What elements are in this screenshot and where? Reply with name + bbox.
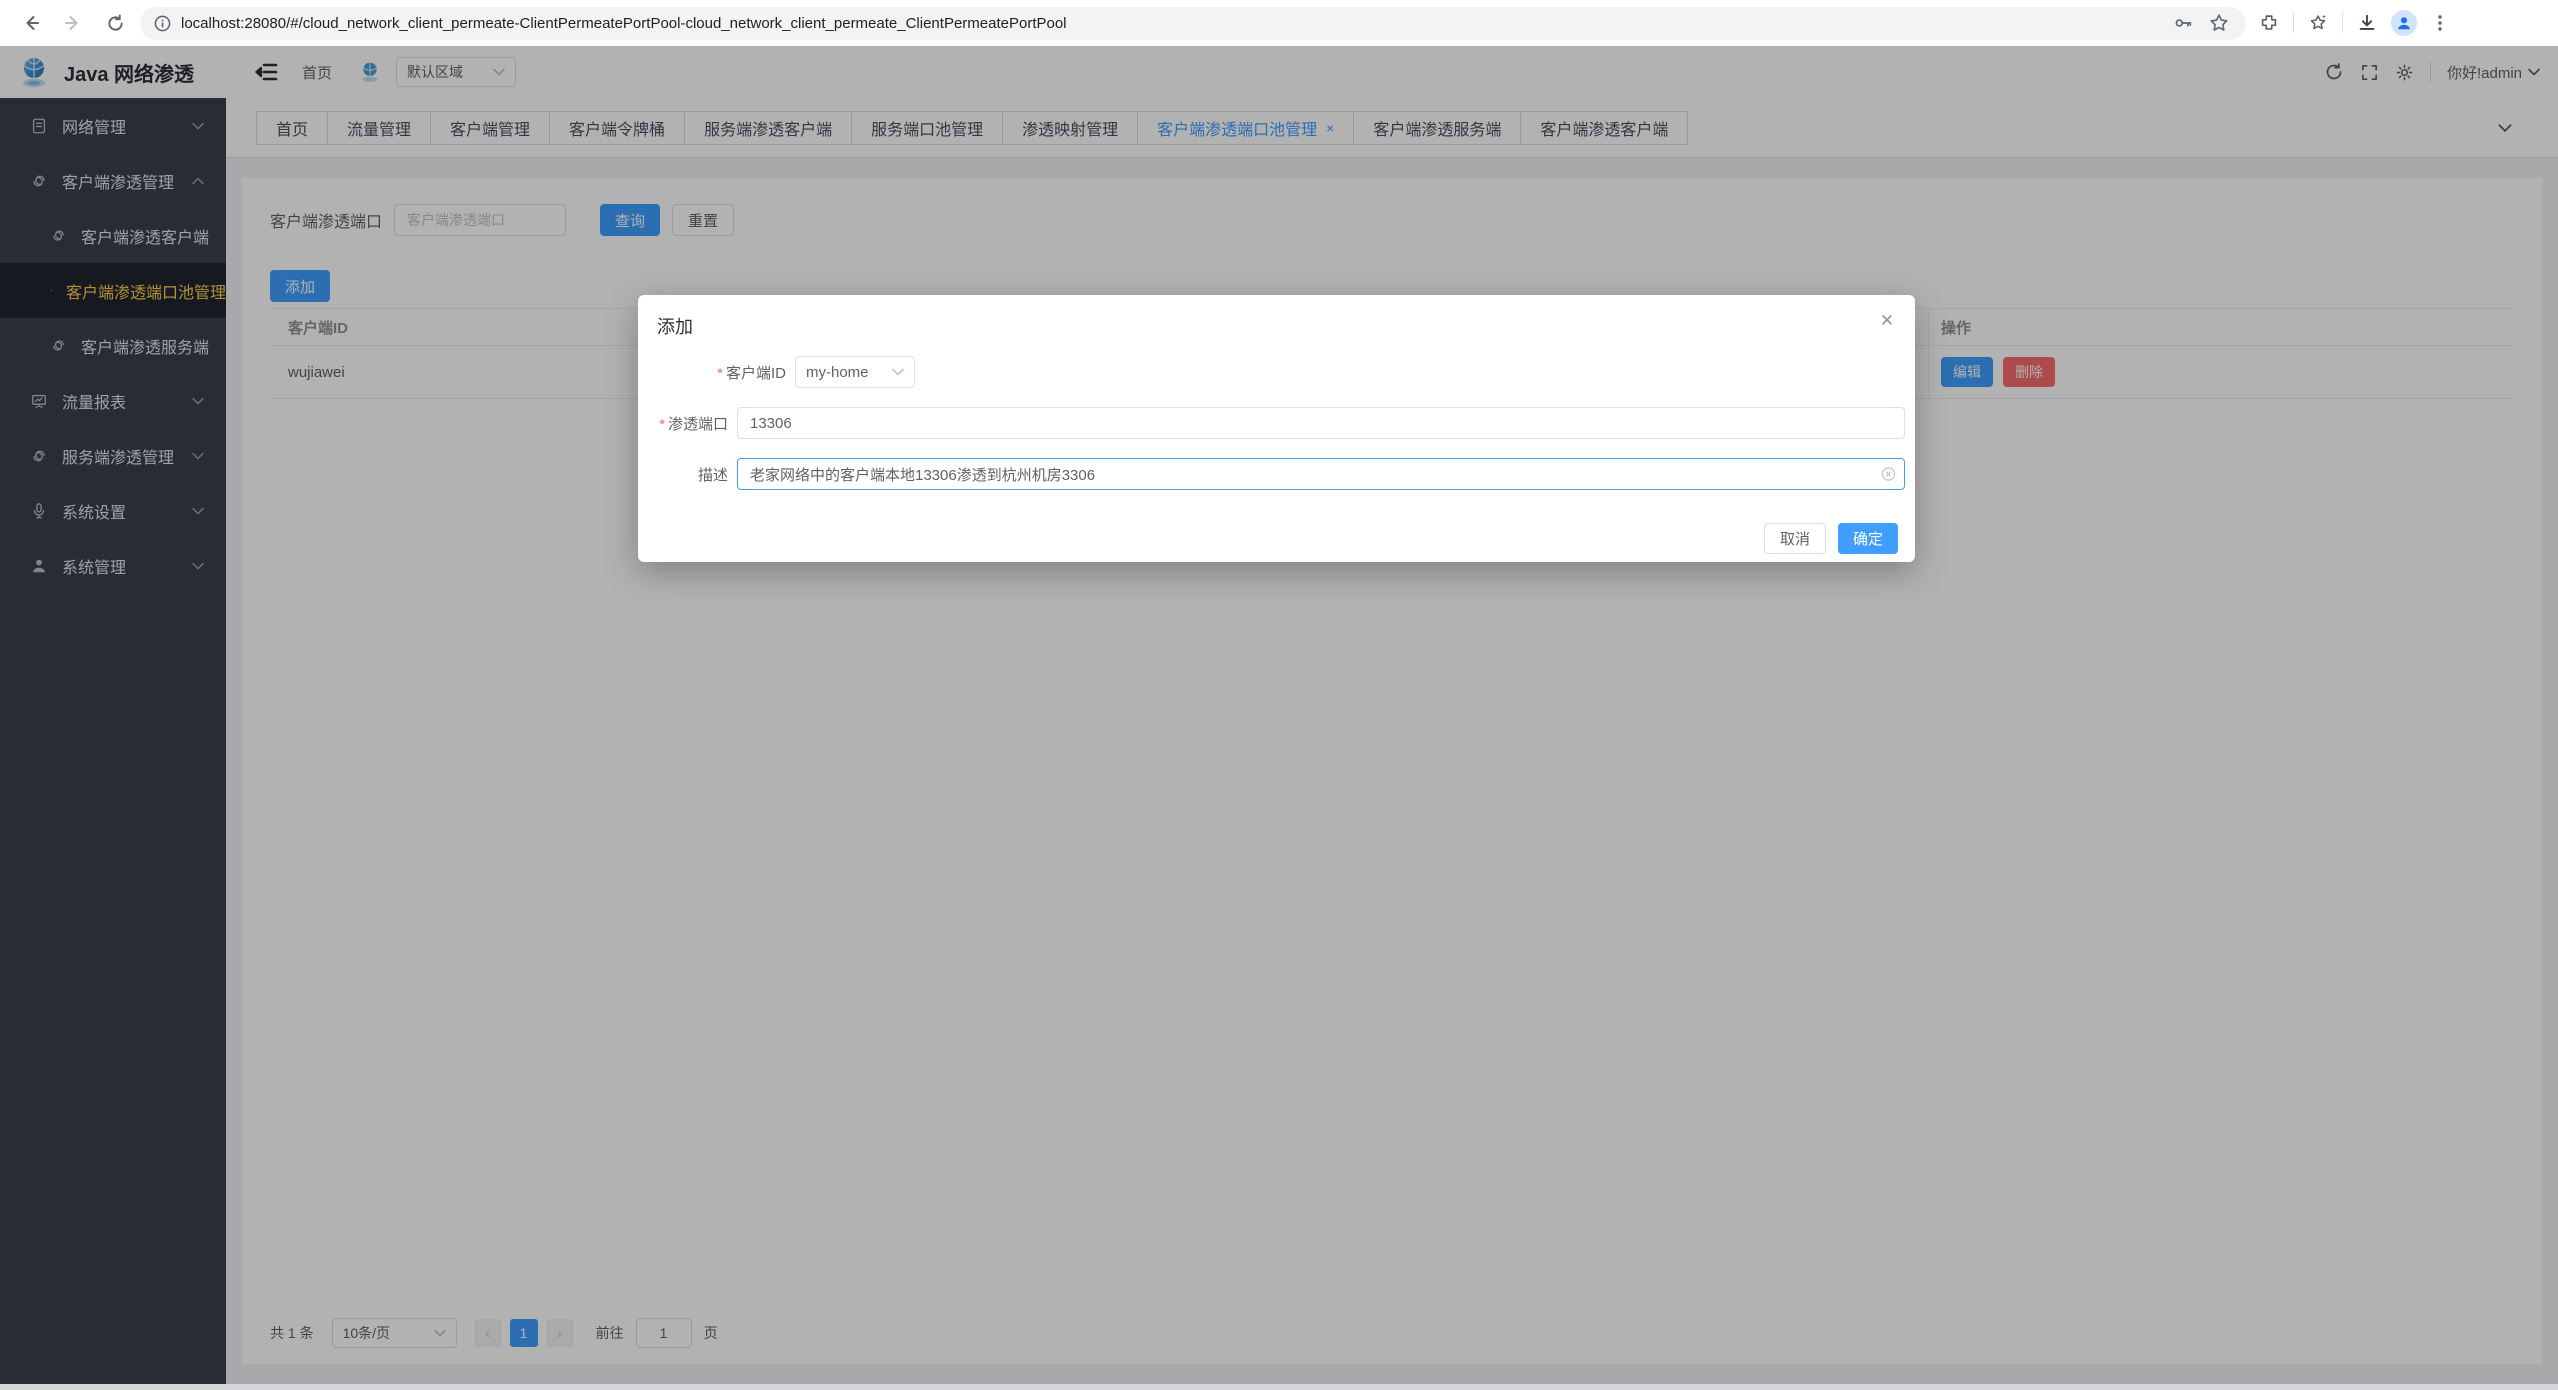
dialog-form: *客户端ID my-home *渗透端口 描述 — [657, 356, 1905, 490]
bookmark-star-icon[interactable] — [2208, 12, 2230, 34]
back-arrow-icon — [21, 13, 41, 33]
required-asterisk: * — [717, 365, 723, 382]
browser-forward-button[interactable] — [56, 6, 90, 40]
downloads-icon[interactable] — [2356, 12, 2378, 34]
browser-toolbar: localhost:28080/#/cloud_network_client_p… — [0, 0, 2558, 46]
description-label: 描述 — [657, 464, 737, 485]
password-key-icon[interactable] — [2172, 12, 2194, 34]
modal-overlay[interactable] — [0, 46, 2558, 1384]
form-row-description: 描述 — [657, 458, 1905, 490]
dialog-title: 添加 — [657, 313, 1905, 339]
divider — [2342, 13, 2343, 33]
profile-person-icon — [2395, 14, 2413, 32]
client-id-select[interactable]: my-home — [795, 356, 915, 388]
forward-arrow-icon — [63, 13, 83, 33]
dialog-close-icon[interactable]: ✕ — [1875, 309, 1899, 333]
confirm-button[interactable]: 确定 — [1838, 523, 1898, 554]
app-root: Java 网络渗透 首页 默认区域 你好!admin — [0, 46, 2558, 1384]
form-row-port: *渗透端口 — [657, 407, 1905, 439]
url-text[interactable]: localhost:28080/#/cloud_network_client_p… — [181, 15, 1067, 32]
form-row-client-id: *客户端ID my-home — [657, 356, 1905, 388]
port-label: *渗透端口 — [657, 413, 737, 434]
clear-input-icon[interactable] — [1881, 467, 1896, 482]
site-info-icon[interactable] — [154, 15, 171, 32]
client-id-select-value: my-home — [806, 364, 886, 381]
required-asterisk: * — [659, 416, 665, 433]
client-id-label: *客户端ID — [657, 362, 795, 383]
browser-reload-button[interactable] — [98, 6, 132, 40]
extensions-puzzle-icon[interactable] — [2258, 12, 2280, 34]
divider — [2293, 13, 2294, 33]
dialog-footer: 取消 确定 — [657, 523, 1905, 554]
port-input[interactable] — [737, 407, 1905, 439]
browser-menu-icon[interactable] — [2430, 13, 2450, 33]
chevron-down-icon — [892, 368, 904, 376]
browser-back-button[interactable] — [14, 6, 48, 40]
address-bar[interactable]: localhost:28080/#/cloud_network_client_p… — [140, 7, 2246, 40]
browser-profile-avatar[interactable] — [2391, 10, 2417, 36]
cancel-button[interactable]: 取消 — [1764, 523, 1826, 554]
description-input[interactable] — [737, 458, 1905, 490]
browser-actions — [2254, 10, 2450, 36]
add-dialog: 添加 ✕ *客户端ID my-home *渗透端口 描述 — [638, 295, 1915, 562]
reload-icon — [106, 14, 125, 33]
window-bottom-edge — [0, 1384, 2558, 1390]
extension-star-icon[interactable] — [2307, 12, 2329, 34]
